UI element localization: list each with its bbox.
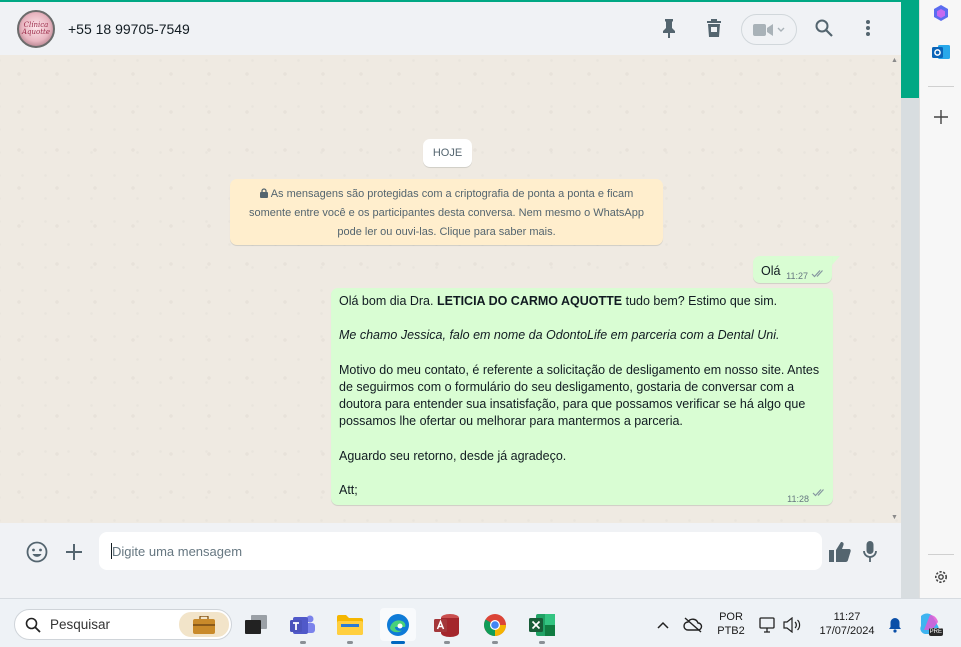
- message-input-placeholder: Digite uma mensagem: [112, 543, 243, 559]
- running-indicator: [539, 641, 545, 644]
- message-time: 11:27: [786, 271, 808, 281]
- running-indicator: [492, 641, 498, 644]
- chat-scrollbar[interactable]: ▲ ▼: [889, 55, 901, 523]
- message-body: Motivo do meu contato, é referente a sol…: [339, 362, 820, 429]
- emoji-icon[interactable]: [25, 540, 49, 564]
- active-indicator: [391, 641, 405, 644]
- folder-icon: [337, 614, 363, 635]
- message-input[interactable]: Digite uma mensagem: [99, 532, 822, 570]
- outgoing-message[interactable]: Olá bom dia Dra. LETICIA DO CARMO AQUOTT…: [331, 288, 833, 505]
- task-view-icon: [245, 614, 267, 634]
- edge-browser-icon: [387, 613, 409, 636]
- running-indicator: [347, 641, 353, 644]
- greeting-name: LETICIA DO CARMO AQUOTTE: [436, 294, 623, 308]
- avatar-logo-line2: Aquotte: [21, 28, 51, 36]
- window-edge-accent: [901, 0, 919, 98]
- running-indicator: [444, 641, 450, 644]
- message-tail: [832, 256, 840, 265]
- add-icon[interactable]: [931, 107, 951, 127]
- access-icon: [434, 613, 459, 637]
- language-code: POR: [719, 611, 743, 623]
- taskbar-chrome[interactable]: [477, 608, 513, 644]
- pin-icon[interactable]: [657, 16, 681, 40]
- taskbar-excel[interactable]: [524, 608, 560, 644]
- lock-icon: [259, 188, 268, 198]
- message-time: 11:28: [787, 494, 809, 504]
- chevron-down-icon: [777, 27, 785, 32]
- message-text: Olá: [761, 264, 781, 278]
- volume-icon[interactable]: [781, 613, 805, 637]
- chat-area[interactable]: ▲ ▼ HOJE As mensagens são protegidas com…: [0, 55, 901, 523]
- encryption-notice-text: As mensagens são protegidas com a cripto…: [249, 188, 644, 238]
- contact-name[interactable]: +55 18 99705-7549: [68, 21, 190, 37]
- message-signoff: Att;: [339, 483, 358, 498]
- message-greeting: Olá bom dia Dra. LETICIA DO CARMO AQUOTT…: [339, 293, 825, 310]
- notification-bell-icon[interactable]: [883, 613, 907, 637]
- menu-icon[interactable]: [856, 16, 880, 40]
- tray-chevron-up-icon[interactable]: [651, 613, 675, 637]
- copilot-preview-badge: PRE: [928, 628, 943, 636]
- greeting-text: tudo bem? Estimo que sim.: [622, 294, 778, 308]
- outlook-icon[interactable]: [931, 42, 951, 62]
- clock[interactable]: 11:27 17/07/2024: [812, 610, 882, 638]
- language-indicator[interactable]: POR PTB2: [712, 610, 750, 638]
- avatar-logo: Clínica Aquotte: [22, 22, 50, 36]
- teams-icon: [290, 615, 315, 634]
- clock-date: 17/07/2024: [819, 625, 875, 637]
- whatsapp-window: Clínica Aquotte +55 18 99705-7549 ▲ ▼ HO…: [0, 0, 901, 580]
- browser-sidebar: [919, 0, 961, 598]
- copilot-preview-icon[interactable]: PRE: [917, 611, 943, 637]
- clock-time: 11:27: [833, 611, 861, 623]
- chat-header: Clínica Aquotte +55 18 99705-7549: [0, 0, 901, 55]
- briefcase-icon: [179, 612, 229, 637]
- video-call-button[interactable]: [741, 14, 797, 45]
- scroll-up-arrow[interactable]: ▲: [891, 57, 898, 64]
- search-icon: [25, 617, 41, 633]
- read-ticks-icon: [811, 270, 823, 278]
- taskbar-file-explorer[interactable]: [332, 608, 368, 644]
- trash-icon[interactable]: [702, 16, 726, 40]
- onedrive-offline-icon[interactable]: [681, 613, 705, 637]
- read-ticks-icon: [812, 489, 824, 497]
- greeting-text: Olá bom dia Dra.: [339, 294, 437, 308]
- excel-icon: [529, 613, 555, 636]
- contact-avatar[interactable]: Clínica Aquotte: [17, 10, 55, 48]
- taskbar-edge[interactable]: [380, 608, 416, 644]
- sidebar-divider: [928, 554, 954, 555]
- text-caret: [111, 543, 112, 559]
- keyboard-layout: PTB2: [717, 625, 745, 637]
- outgoing-message[interactable]: Olá 11:27: [753, 256, 832, 283]
- plus-icon[interactable]: [62, 540, 86, 564]
- scroll-down-arrow[interactable]: ▼: [891, 514, 898, 521]
- day-chip: HOJE: [423, 139, 472, 167]
- video-camera-icon: [753, 23, 773, 36]
- network-icon[interactable]: [756, 613, 780, 637]
- window-edge: [901, 98, 919, 598]
- windows-taskbar: Pesquisar POR PTB2 11:27 17/07/2024 PRE: [0, 598, 961, 647]
- message-closing: Aguardo seu retorno, desde já agradeço.: [339, 448, 567, 463]
- search-icon[interactable]: [812, 16, 836, 40]
- thumbs-up-icon[interactable]: [828, 540, 852, 564]
- taskbar-task-view[interactable]: [238, 608, 274, 641]
- encryption-notice[interactable]: As mensagens são protegidas com a cripto…: [230, 179, 663, 245]
- chrome-icon: [484, 613, 506, 636]
- message-intro: Me chamo Jessica, falo em nome da Odonto…: [339, 328, 780, 343]
- taskbar-search-label: Pesquisar: [50, 617, 111, 632]
- running-indicator: [300, 641, 306, 644]
- message-composer: Digite uma mensagem: [0, 523, 901, 580]
- taskbar-access[interactable]: [429, 608, 465, 644]
- copilot-icon[interactable]: [931, 3, 951, 23]
- microphone-icon[interactable]: [858, 540, 882, 564]
- taskbar-teams[interactable]: [285, 608, 321, 644]
- taskbar-search[interactable]: Pesquisar: [14, 609, 232, 640]
- settings-gear-icon[interactable]: [931, 567, 951, 587]
- sidebar-divider: [928, 86, 954, 87]
